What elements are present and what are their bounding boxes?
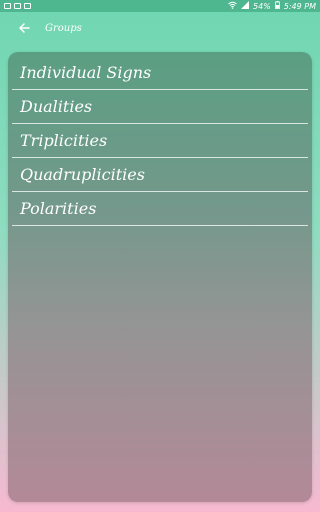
groups-list: Individual Signs Dualities Triplicities … — [12, 56, 308, 226]
app-bar: Groups — [0, 12, 320, 44]
wifi-icon — [228, 1, 237, 11]
battery-percent: 54% — [252, 1, 271, 11]
gallery-icon — [14, 3, 21, 9]
status-right: 54% 5:49 PM — [228, 1, 316, 11]
list-item-triplicities[interactable]: Triplicities — [12, 124, 308, 158]
clock: 5:49 PM — [283, 1, 316, 11]
notification-icons — [4, 3, 31, 9]
list-item-individual-signs[interactable]: Individual Signs — [12, 56, 308, 90]
list-item-dualities[interactable]: Dualities — [12, 90, 308, 124]
list-item-quadruplicities[interactable]: Quadruplicities — [12, 158, 308, 192]
battery-icon — [274, 1, 280, 11]
status-bar: 54% 5:49 PM — [0, 0, 320, 12]
signal-icon — [240, 1, 249, 11]
groups-card: Individual Signs Dualities Triplicities … — [8, 52, 312, 502]
notification-icon — [4, 3, 11, 9]
back-arrow-icon[interactable] — [16, 20, 32, 36]
image-icon — [24, 3, 31, 9]
page-title: Groups — [45, 22, 82, 34]
list-item-polarities[interactable]: Polarities — [12, 192, 308, 226]
